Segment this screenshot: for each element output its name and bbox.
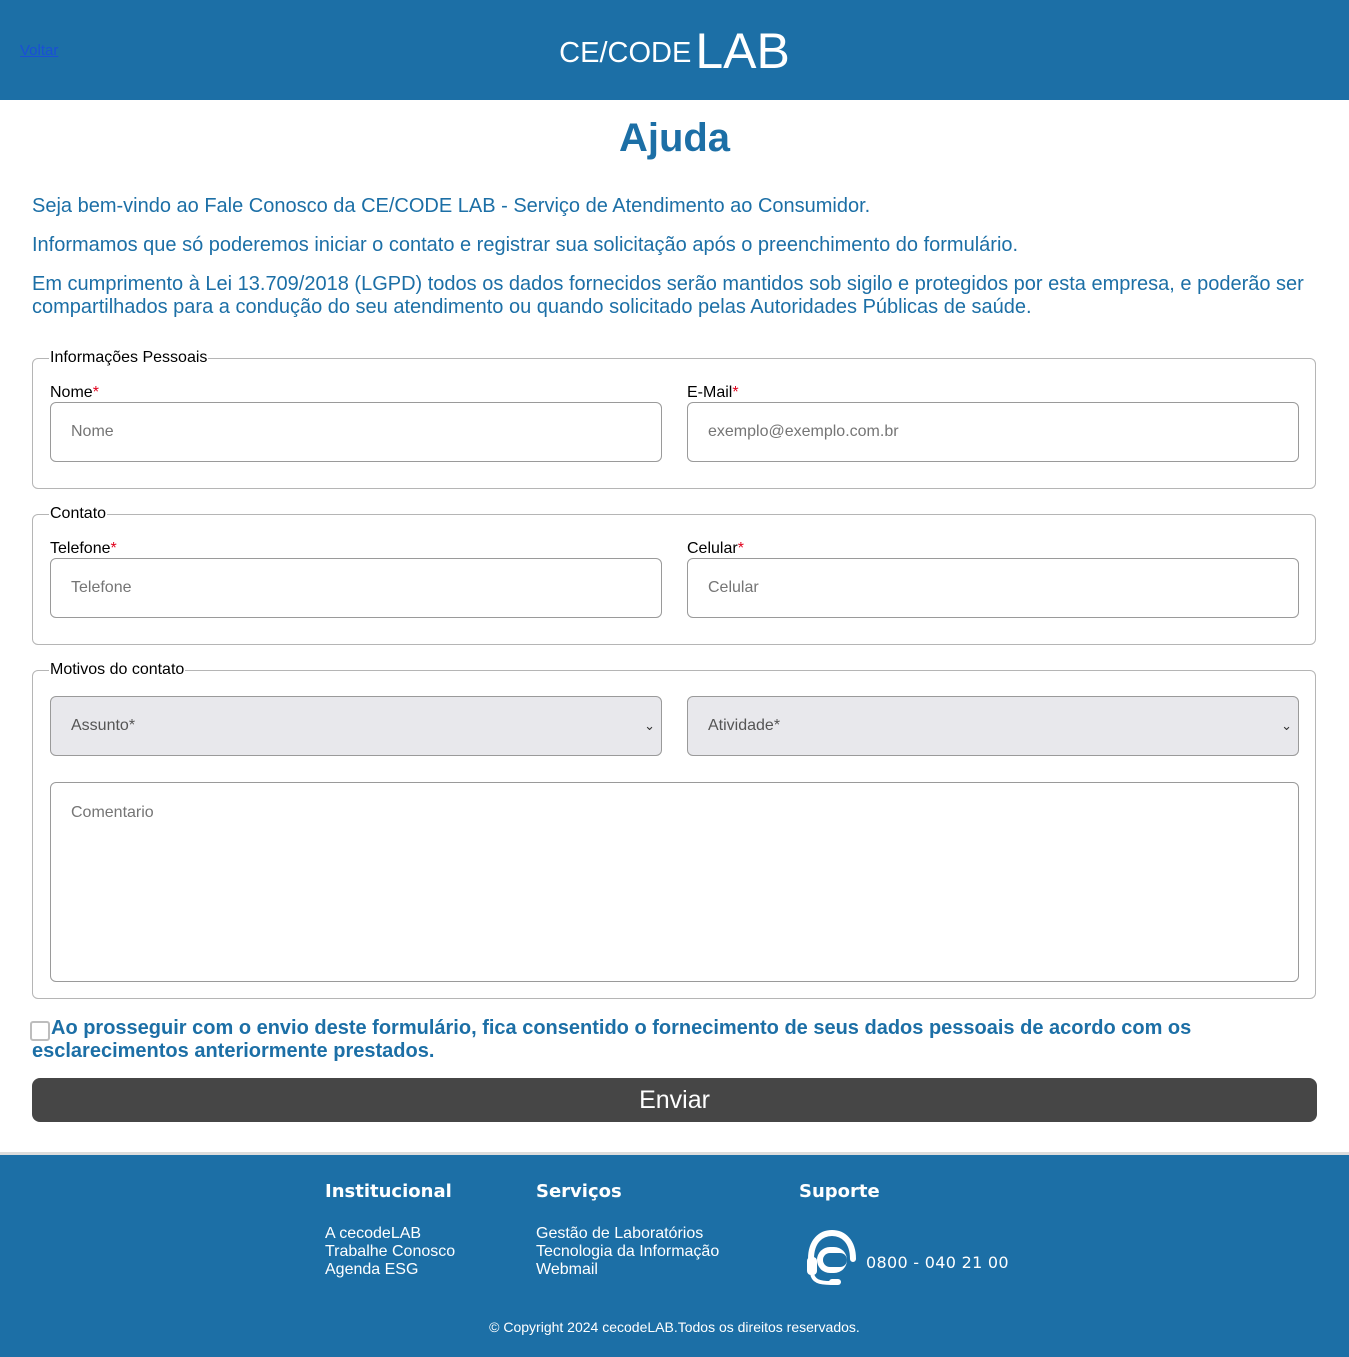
name-label: Nome* (50, 384, 99, 402)
comment-textarea[interactable] (50, 782, 1299, 982)
intro-lgpd-notice: Em cumprimento à Lei 13.709/2018 (LGPD) … (32, 273, 1304, 318)
chevron-down-icon: ⌄ (644, 718, 655, 733)
footer-suporte-title: Suporte (799, 1181, 880, 1202)
email-input[interactable] (687, 402, 1299, 462)
name-label-text: Nome (50, 384, 93, 401)
brand-logo[interactable]: CE/CODELAB (0, 22, 1349, 80)
contact-reasons-legend: Motivos do contato (50, 661, 185, 678)
logo-text-lab: LAB (695, 23, 790, 79)
site-footer: Institucional A cecodeLAB Trabalhe Conos… (0, 1152, 1349, 1357)
support-phone[interactable]: 0800 - 040 21 00 (866, 1253, 1009, 1272)
required-mark: * (110, 540, 117, 557)
footer-servicos-title: Serviços (536, 1181, 622, 1202)
footer-institucional-list: A cecodeLAB Trabalhe Conosco Agenda ESG (325, 1225, 455, 1279)
chevron-down-icon: ⌄ (1281, 718, 1292, 733)
footer-link-esg[interactable]: Agenda ESG (325, 1261, 455, 1279)
copyright: © Copyright 2024 cecodeLAB.Todos os dire… (489, 1319, 860, 1335)
page-title: Ajuda (618, 116, 731, 160)
footer-link-about[interactable]: A cecodeLAB (325, 1225, 455, 1243)
phone-label-text: Telefone (50, 540, 111, 557)
submit-button[interactable]: Enviar (32, 1078, 1317, 1122)
subject-select[interactable]: Assunto* ⌄ (50, 696, 662, 756)
site-header: Voltar CE/CODELAB (0, 0, 1349, 100)
footer-link-it[interactable]: Tecnologia da Informação (536, 1243, 719, 1261)
headset-icon (807, 1229, 856, 1285)
phone-label: Telefone* (50, 540, 117, 558)
footer-institucional-title: Institucional (325, 1181, 452, 1202)
required-mark: * (732, 384, 739, 401)
required-mark: * (737, 540, 744, 557)
footer-servicos-list: Gestão de Laboratórios Tecnologia da Inf… (536, 1225, 719, 1279)
consent-text: Ao prosseguir com o envio deste formulár… (32, 1017, 1192, 1062)
footer-link-webmail[interactable]: Webmail (536, 1261, 719, 1279)
email-label: E-Mail* (687, 384, 739, 402)
subject-select-value: Assunto* (71, 717, 136, 734)
phone-input[interactable] (50, 558, 662, 618)
email-label-text: E-Mail (687, 384, 733, 401)
contact-legend: Contato (50, 505, 107, 522)
intro-welcome: Seja bem-vindo ao Fale Conosco da CE/COD… (32, 195, 871, 217)
footer-link-careers[interactable]: Trabalhe Conosco (325, 1243, 455, 1261)
personal-info-legend: Informações Pessoais (50, 349, 208, 366)
name-input[interactable] (50, 402, 662, 462)
required-mark: * (92, 384, 99, 401)
mobile-label-text: Celular (687, 540, 738, 557)
logo-text-cecode: CE/CODE (559, 37, 692, 69)
activity-select-value: Atividade* (708, 717, 781, 734)
footer-link-lab-management[interactable]: Gestão de Laboratórios (536, 1225, 719, 1243)
mobile-input[interactable] (687, 558, 1299, 618)
intro-form-notice: Informamos que só poderemos iniciar o co… (32, 234, 1019, 256)
mobile-label: Celular* (687, 540, 744, 558)
activity-select[interactable]: Atividade* ⌄ (687, 696, 1299, 756)
